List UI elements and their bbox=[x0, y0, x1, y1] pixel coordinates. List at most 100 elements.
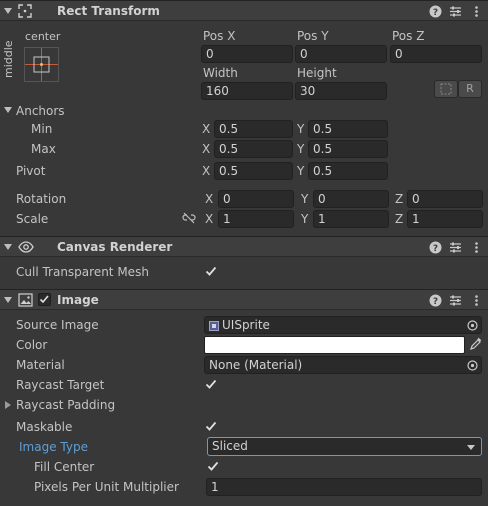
pivot-y-field[interactable]: 0.5 bbox=[308, 162, 388, 180]
axis-y-label: Y bbox=[301, 212, 309, 226]
component-title: Canvas Renderer bbox=[57, 240, 173, 254]
axis-y-label: Y bbox=[297, 122, 305, 136]
component-title: Rect Transform bbox=[57, 4, 160, 18]
anchors-label: Anchors bbox=[16, 104, 65, 118]
help-icon[interactable]: ? bbox=[429, 241, 442, 254]
rect-transform-header[interactable]: Rect Transform ? bbox=[0, 0, 488, 21]
axis-x-label: X bbox=[205, 212, 214, 226]
component-title: Image bbox=[57, 293, 99, 307]
scale-x-field[interactable]: 1 bbox=[218, 210, 294, 228]
foldout-arrow-icon[interactable] bbox=[4, 297, 12, 303]
axis-x-label: X bbox=[202, 122, 211, 136]
image-enabled-checkbox[interactable] bbox=[38, 293, 51, 306]
color-swatch[interactable] bbox=[204, 336, 465, 354]
svg-text:?: ? bbox=[433, 244, 438, 254]
image-type-dropdown[interactable]: Sliced bbox=[207, 437, 482, 456]
fill-center-checkbox[interactable] bbox=[206, 459, 220, 473]
image-type-label: Image Type bbox=[19, 440, 88, 454]
anchor-max-label: Max bbox=[31, 142, 56, 156]
raycast-target-checkbox[interactable] bbox=[204, 377, 218, 391]
rotation-z-field[interactable]: 0 bbox=[407, 190, 483, 208]
anchors-foldout-icon[interactable] bbox=[4, 107, 12, 113]
rotation-x-field[interactable]: 0 bbox=[218, 190, 294, 208]
more-options-icon[interactable] bbox=[470, 241, 483, 254]
axis-z-label: Z bbox=[395, 212, 404, 226]
width-label: Width bbox=[203, 66, 238, 80]
pos-y-field[interactable]: 0 bbox=[295, 45, 387, 63]
svg-text:?: ? bbox=[433, 297, 438, 307]
raw-edit-button[interactable]: R bbox=[458, 80, 482, 98]
pixels-per-unit-label: Pixels Per Unit Multiplier bbox=[34, 480, 179, 494]
source-image-label: Source Image bbox=[16, 318, 99, 332]
pos-x-field[interactable]: 0 bbox=[201, 45, 293, 63]
foldout-arrow-icon[interactable] bbox=[4, 244, 12, 250]
scale-y-field[interactable]: 1 bbox=[313, 210, 389, 228]
object-picker-icon[interactable] bbox=[467, 360, 478, 371]
anchor-min-label: Min bbox=[31, 122, 53, 136]
material-value: None (Material) bbox=[209, 358, 303, 372]
pos-z-field[interactable]: 0 bbox=[390, 45, 482, 63]
scale-label: Scale bbox=[16, 212, 49, 226]
axis-y-label: Y bbox=[297, 164, 305, 178]
object-picker-icon[interactable] bbox=[467, 320, 478, 331]
axis-x-label: X bbox=[202, 164, 211, 178]
source-image-field[interactable]: UISprite bbox=[204, 316, 482, 334]
presets-icon[interactable] bbox=[449, 241, 462, 254]
scale-z-field[interactable]: 1 bbox=[407, 210, 483, 228]
pos-y-label: Pos Y bbox=[297, 29, 329, 43]
pos-x-label: Pos X bbox=[203, 29, 236, 43]
constrain-proportions-icon[interactable] bbox=[182, 212, 196, 224]
anchor-max-x-field[interactable]: 0.5 bbox=[214, 140, 293, 158]
pivot-label: Pivot bbox=[16, 164, 46, 178]
height-label: Height bbox=[297, 66, 337, 80]
eyedropper-icon[interactable] bbox=[469, 337, 482, 351]
pivot-x-field[interactable]: 0.5 bbox=[214, 162, 293, 180]
maskable-label: Maskable bbox=[16, 420, 73, 434]
anchor-vertical-label: middle bbox=[2, 40, 15, 78]
canvas-renderer-header[interactable]: Canvas Renderer ? bbox=[0, 236, 488, 257]
height-field[interactable]: 30 bbox=[295, 82, 387, 100]
pos-z-label: Pos Z bbox=[392, 29, 425, 43]
rotation-label: Rotation bbox=[16, 192, 67, 206]
presets-icon[interactable] bbox=[449, 294, 462, 307]
axis-x-label: X bbox=[205, 192, 214, 206]
raycast-target-label: Raycast Target bbox=[16, 378, 105, 392]
cull-transparent-mesh-label: Cull Transparent Mesh bbox=[16, 265, 149, 279]
sprite-icon bbox=[209, 320, 219, 331]
axis-y-label: Y bbox=[301, 192, 309, 206]
help-icon[interactable]: ? bbox=[429, 294, 442, 307]
width-field[interactable]: 160 bbox=[201, 82, 293, 100]
more-options-icon[interactable] bbox=[470, 5, 483, 18]
presets-icon[interactable] bbox=[449, 5, 462, 18]
cull-transparent-mesh-checkbox[interactable] bbox=[204, 264, 218, 278]
rect-transform-icon bbox=[18, 4, 32, 18]
eye-icon bbox=[18, 240, 34, 254]
color-label: Color bbox=[16, 338, 48, 352]
maskable-checkbox[interactable] bbox=[204, 419, 218, 433]
material-label: Material bbox=[16, 358, 65, 372]
rotation-y-field[interactable]: 0 bbox=[313, 190, 389, 208]
source-image-value: UISprite bbox=[222, 318, 270, 332]
foldout-arrow-icon[interactable] bbox=[4, 8, 12, 14]
anchor-max-y-field[interactable]: 0.5 bbox=[308, 140, 388, 158]
pixels-per-unit-field[interactable]: 1 bbox=[206, 478, 482, 496]
anchor-presets-button[interactable] bbox=[24, 47, 59, 82]
image-component-icon bbox=[18, 293, 33, 307]
fill-center-label: Fill Center bbox=[34, 460, 95, 474]
anchor-horizontal-label: center bbox=[25, 30, 61, 43]
image-type-value: Sliced bbox=[212, 439, 248, 453]
raycast-padding-foldout-icon[interactable] bbox=[5, 401, 11, 409]
raycast-padding-label[interactable]: Raycast Padding bbox=[16, 398, 115, 412]
axis-x-label: X bbox=[202, 142, 211, 156]
anchor-min-x-field[interactable]: 0.5 bbox=[214, 120, 293, 138]
more-options-icon[interactable] bbox=[470, 294, 483, 307]
axis-z-label: Z bbox=[395, 192, 404, 206]
image-header[interactable]: Image ? bbox=[0, 289, 488, 310]
blueprint-mode-button[interactable] bbox=[434, 80, 458, 98]
help-icon[interactable]: ? bbox=[429, 5, 442, 18]
axis-y-label: Y bbox=[297, 142, 305, 156]
svg-text:?: ? bbox=[433, 8, 438, 18]
anchor-min-y-field[interactable]: 0.5 bbox=[308, 120, 388, 138]
chevron-down-icon bbox=[467, 445, 475, 450]
material-field[interactable]: None (Material) bbox=[204, 356, 482, 374]
